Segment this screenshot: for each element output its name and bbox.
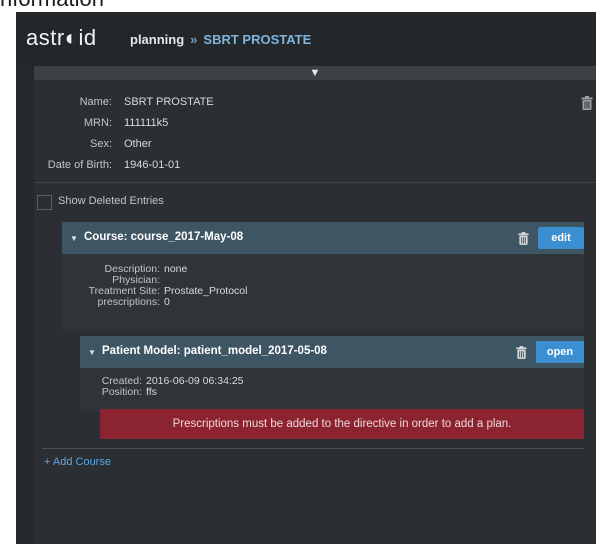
course-detail-value: Prostate_Protocol: [164, 285, 248, 297]
patient-info-label: Sex:: [89, 138, 112, 150]
top-bar: astr◐id planning » SBRT PROSTATE: [16, 12, 596, 67]
add-course-link[interactable]: + Add Course: [44, 456, 111, 468]
delete-patient-model-trash-icon[interactable]: [516, 346, 527, 359]
course-detail-label: prescriptions:: [97, 296, 160, 308]
app-logo[interactable]: astr◐id: [26, 25, 97, 51]
caret-down-icon[interactable]: ▼: [70, 234, 78, 243]
patient-model-header[interactable]: ▼ Patient Model: patient_model_2017-05-0…: [80, 336, 584, 368]
breadcrumb: planning » SBRT PROSTATE: [130, 32, 311, 47]
divider: [42, 448, 584, 449]
patient-model-detail-value: ffs: [146, 386, 157, 398]
breadcrumb-separator: »: [190, 32, 198, 47]
course-title: Course: course_2017-May-08: [84, 231, 244, 243]
patient-model-detail-label: Position:: [101, 386, 142, 398]
triangle-down-icon: ▼: [309, 67, 321, 79]
delete-course-trash-icon[interactable]: [518, 232, 529, 245]
patient-info-value: 111111k5: [124, 117, 169, 129]
patient-info-label: Date of Birth:: [47, 159, 112, 171]
patient-info-label: Name:: [79, 96, 112, 108]
patient-info-row: MRN: 111111k5: [16, 113, 216, 134]
app-window: astr◐id planning » SBRT PROSTATE ▼ Name: S…: [16, 12, 596, 544]
patient-info-row: Date of Birth: 1946-01-01: [16, 155, 216, 176]
course-header[interactable]: ▼ Course: course_2017-May-08 edit: [62, 222, 584, 254]
show-deleted-label: Show Deleted Entries: [58, 195, 164, 207]
patient-info-row: Name: SBRT PROSTATE: [16, 92, 216, 113]
patient-info-value: SBRT PROSTATE: [124, 96, 214, 108]
caret-down-icon[interactable]: ▼: [88, 348, 96, 357]
patient-model-detail-row: Position: ffs: [80, 387, 157, 398]
patient-info-row: Sex: Other: [16, 134, 216, 155]
patient-info: Name: SBRT PROSTATE MRN: 111111k5 Sex: O…: [16, 92, 216, 176]
patient-model-title: Patient Model: patient_model_2017-05-08: [102, 345, 327, 357]
course-details: Description: none Physician: Treatment Si…: [62, 254, 584, 332]
patient-info-value: 1946-01-01: [124, 159, 181, 171]
collapse-toggle[interactable]: ▼: [34, 66, 596, 80]
breadcrumb-current: SBRT PROSTATE: [203, 32, 312, 47]
delete-patient-trash-icon[interactable]: [581, 96, 593, 110]
course-detail-row: prescriptions: 0: [62, 297, 170, 308]
course-detail-value: none: [164, 263, 188, 275]
divider: [34, 182, 596, 183]
course-detail-value: 0: [164, 296, 170, 308]
patient-model-detail-value: 2016-06-09 06:34:25: [146, 375, 244, 387]
patient-info-value: Other: [124, 138, 152, 150]
breadcrumb-planning[interactable]: planning: [130, 32, 184, 47]
page-heading: nformation: [0, 0, 104, 12]
prescription-alert: Prescriptions must be added to the direc…: [100, 409, 584, 439]
edit-course-button[interactable]: edit: [538, 227, 584, 249]
show-deleted-checkbox[interactable]: [37, 195, 52, 210]
patient-model-details: Created: 2016-06-09 06:34:25 Position: ffs: [80, 368, 584, 412]
open-patient-model-button[interactable]: open: [536, 341, 584, 363]
patient-info-label: MRN:: [83, 117, 112, 129]
